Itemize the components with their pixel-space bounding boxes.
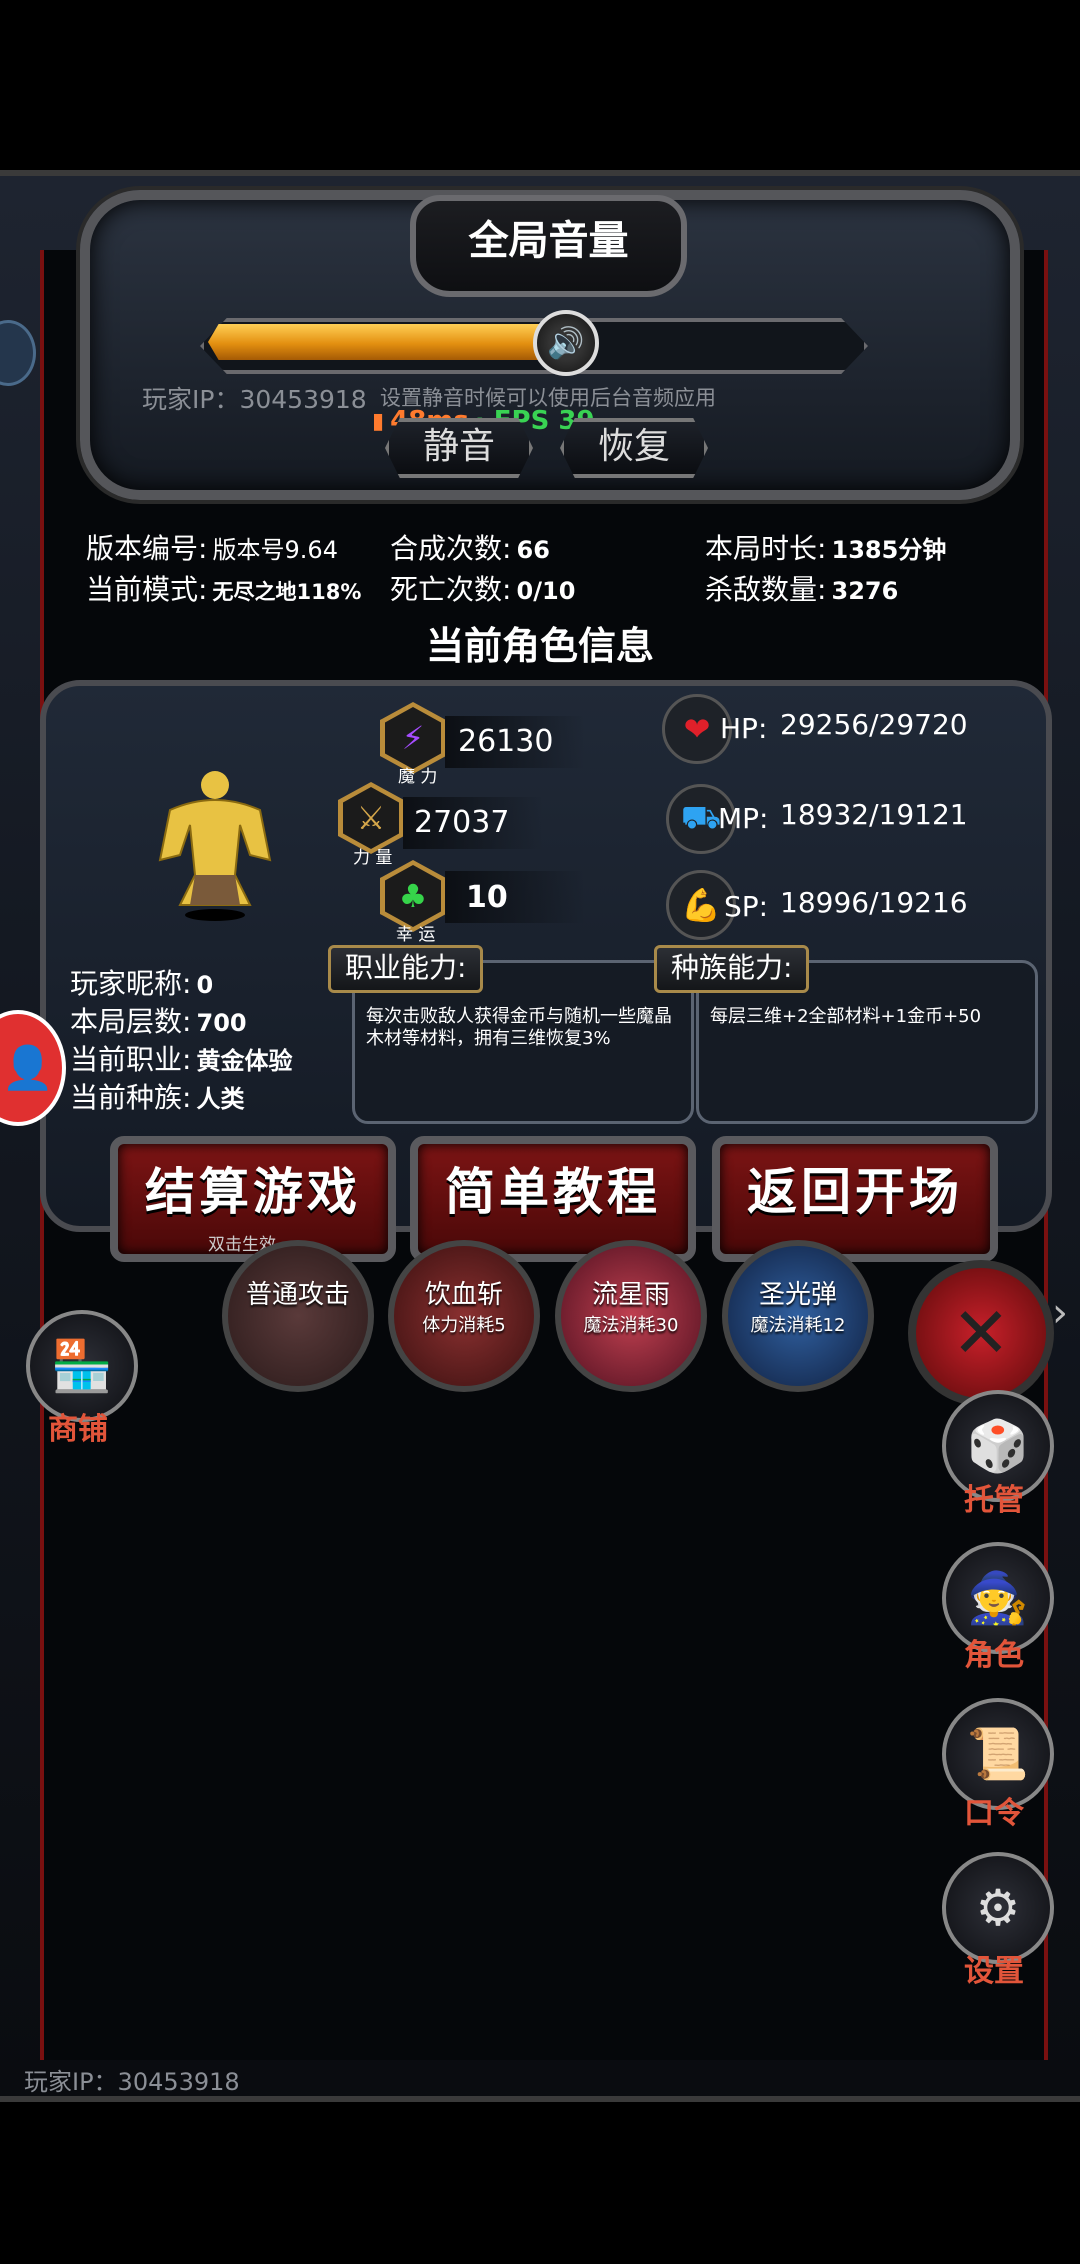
job-row: 当前职业: 黄金体验 [70, 1038, 293, 1078]
return-start-button[interactable]: 返回开场 [712, 1136, 998, 1262]
floor-row: 本局层数: 700 [70, 1000, 247, 1040]
footer-player-ip: 玩家IP：30453918 [24, 2068, 240, 2096]
clover-icon: ♣ [398, 877, 428, 915]
code-label: 口令 [964, 1796, 1024, 1831]
skill-name: 圣光弹 [758, 1280, 837, 1310]
mp-value: 18932/19121 [780, 798, 968, 831]
magic-value: 26130 [458, 724, 554, 759]
hp-value: 29256/29720 [780, 708, 968, 741]
sp-label: SP: [724, 890, 769, 923]
death-row: 死亡次数: 0/10 [390, 568, 575, 608]
mode-value: 无尽之地118% [212, 580, 362, 604]
version-label: 版本编号: [86, 532, 208, 565]
job-value: 黄金体验 [196, 1047, 293, 1075]
version-row: 版本编号: 版本号9.64 [86, 527, 338, 567]
kills-value: 3276 [831, 577, 899, 605]
race-label: 当前种族: [70, 1081, 192, 1114]
job-label: 当前职业: [70, 1043, 192, 1076]
restore-button[interactable]: 恢复 [560, 418, 708, 478]
nickname-value: 0 [196, 971, 214, 999]
job-ability-text: 每次击败敌人获得金币与随机一些魔晶木材等材料，拥有三维恢复3% [366, 1006, 672, 1049]
merge-value: 66 [516, 536, 550, 564]
shop-icon: 🏪 [50, 1336, 114, 1395]
skill-cost: 魔法消耗12 [750, 1315, 846, 1336]
race-row: 当前种族: 人类 [70, 1076, 245, 1116]
volume-title: 全局音量 [410, 195, 687, 297]
merge-label: 合成次数: [390, 532, 512, 565]
book-icon: 📜 [966, 1724, 1030, 1783]
mode-row: 当前模式: 无尽之地118% [86, 568, 361, 608]
luck-label: 幸 运 [396, 925, 436, 945]
floor-label: 本局层数: [70, 1005, 192, 1038]
gear-icon: ⚙ [975, 1879, 1021, 1937]
skill-cost: 魔法消耗30 [583, 1315, 679, 1336]
luck-value: 10 [466, 880, 508, 915]
death-label: 死亡次数: [390, 573, 512, 606]
sp-value: 18996/19216 [780, 886, 968, 919]
race-value: 人类 [196, 1085, 245, 1113]
mode-label: 当前模式: [86, 573, 208, 606]
duration-value: 1385分钟 [831, 536, 947, 564]
skill-name: 流星雨 [591, 1280, 670, 1310]
shop-label: 商铺 [48, 1412, 108, 1447]
nickname-label: 玩家昵称: [70, 967, 192, 1000]
close-icon: ✕ [951, 1292, 1011, 1374]
signal-icon: ▮ [372, 408, 385, 434]
player-ip-label: 玩家IP：30453918 [142, 385, 367, 414]
duration-row: 本局时长: 1385分钟 [705, 527, 946, 567]
lightning-icon: ⚡ [401, 719, 425, 757]
skill-meteor-rain[interactable]: 流星雨 魔法消耗30 [555, 1240, 707, 1392]
skill-normal-attack[interactable]: 普通攻击 [222, 1240, 374, 1392]
kills-label: 杀敌数量: [705, 573, 827, 606]
skill-cost: 体力消耗5 [422, 1315, 506, 1336]
duration-label: 本局时长: [705, 532, 827, 565]
skill-name: 饮血斩 [424, 1280, 503, 1310]
volume-slider-fill [208, 324, 562, 360]
death-value: 0/10 [516, 577, 576, 605]
character-section-title: 当前角色信息 [425, 624, 654, 668]
volume-slider-handle[interactable]: 🔊 [533, 310, 599, 376]
auto-label: 托管 [964, 1483, 1024, 1518]
skill-holy-bolt[interactable]: 圣光弹 魔法消耗12 [722, 1240, 874, 1392]
close-button[interactable]: ✕ [908, 1260, 1054, 1406]
speaker-icon: 🔊 [547, 325, 585, 361]
settings-label: 设置 [964, 1954, 1024, 1989]
skill-blood-slash[interactable]: 饮血斩 体力消耗5 [388, 1240, 540, 1392]
role-label: 角色 [964, 1638, 1024, 1673]
chevron-right-icon[interactable]: › [1052, 1290, 1068, 1336]
race-ability-text: 每层三维+2全部材料+1金币+50 [710, 1006, 982, 1027]
dice-icon: 🎲 [966, 1416, 1030, 1475]
race-ability-title: 种族能力: [654, 945, 810, 993]
merge-row: 合成次数: 66 [390, 527, 550, 567]
hooded-figure-icon: 🧙 [966, 1568, 1030, 1627]
mp-label: MP: [718, 802, 769, 835]
strength-value: 27037 [414, 805, 510, 840]
trident-icon: ⚔ [356, 799, 386, 837]
user-icon: 👤 [1, 1043, 55, 1092]
floor-value: 700 [196, 1009, 247, 1037]
kills-row: 杀敌数量: 3276 [705, 568, 898, 608]
version-value: 版本号9.64 [212, 536, 338, 564]
skill-name: 普通攻击 [245, 1280, 350, 1310]
job-ability-title: 职业能力: [328, 945, 484, 993]
character-avatar [140, 765, 290, 925]
mute-button[interactable]: 静音 [385, 418, 533, 478]
hp-label: HP: [720, 712, 768, 745]
nickname-row: 玩家昵称: 0 [70, 962, 213, 1002]
